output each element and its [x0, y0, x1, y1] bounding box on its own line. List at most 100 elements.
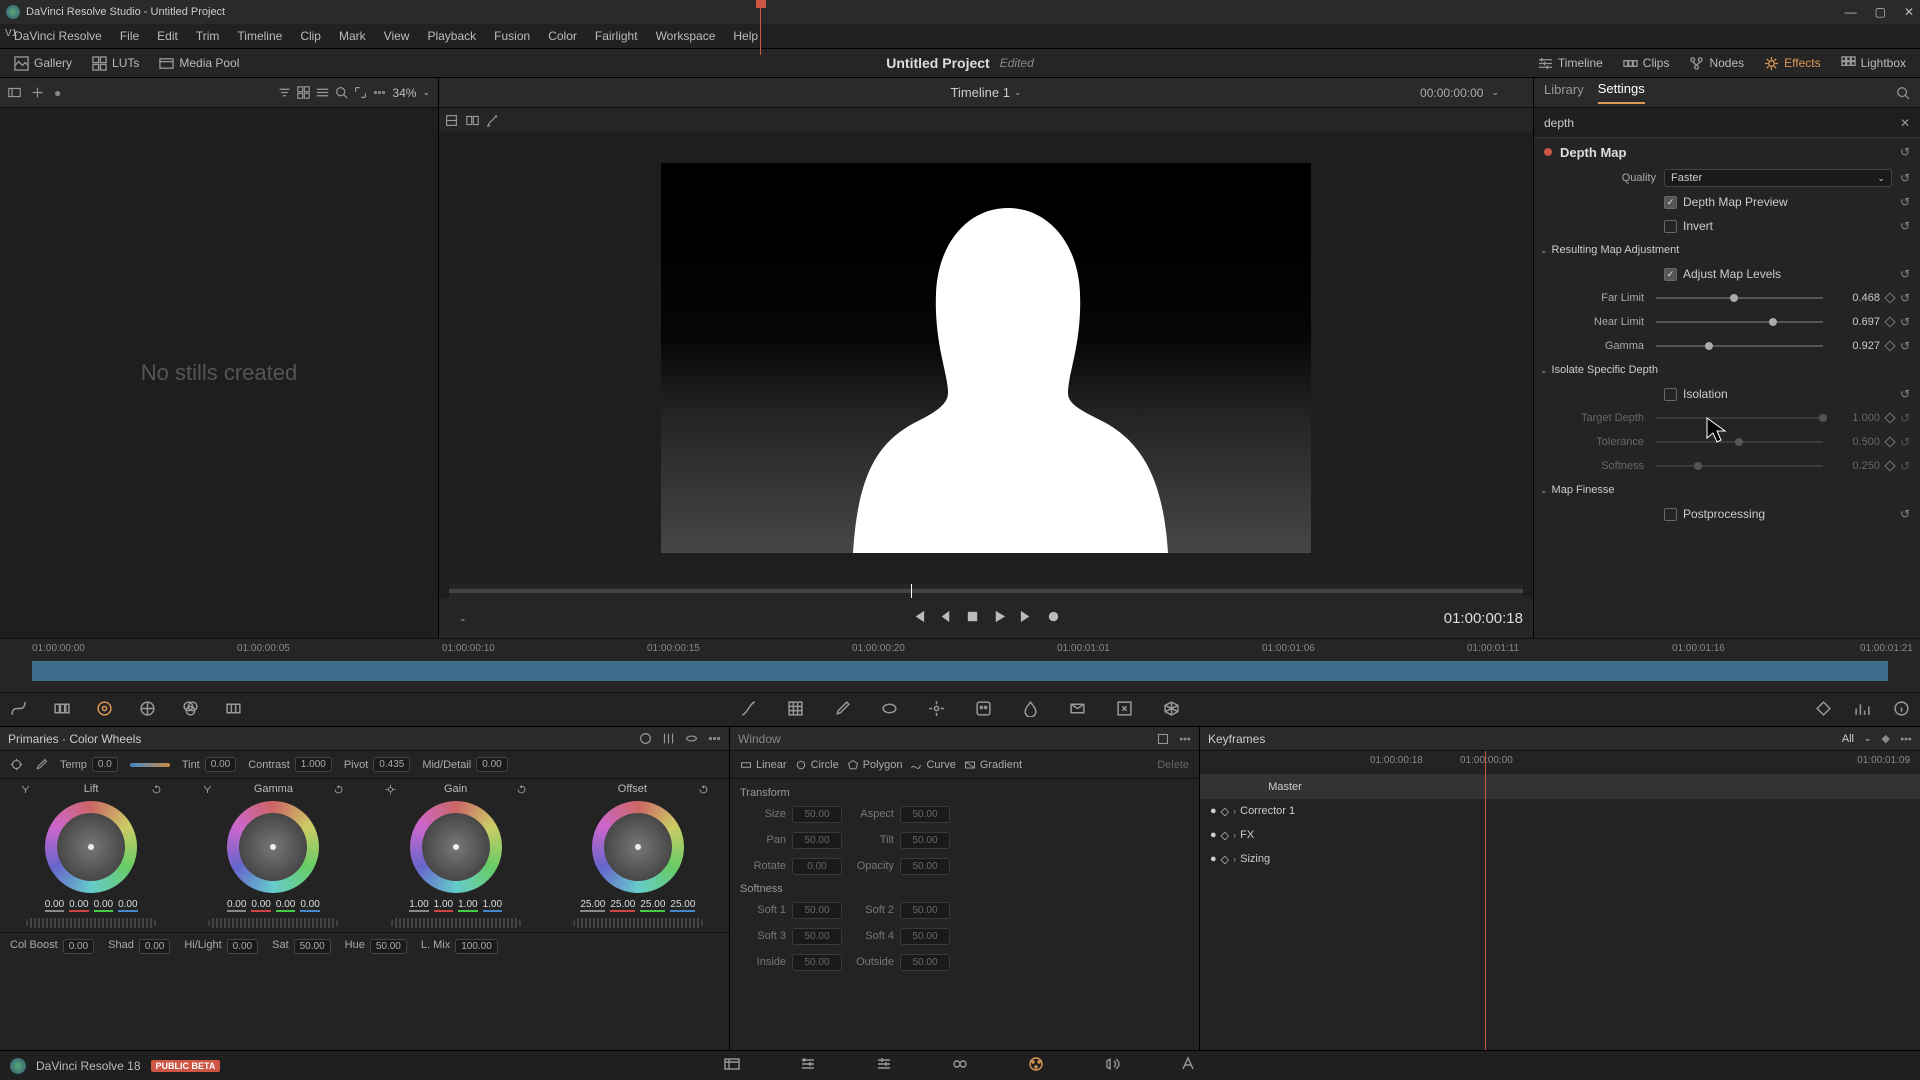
menu-edit[interactable]: Edit: [149, 27, 186, 45]
zoom-chevron-icon[interactable]: ⌄: [422, 87, 430, 98]
temp-value[interactable]: 0.0: [92, 757, 118, 772]
timeline-button[interactable]: Timeline: [1532, 54, 1609, 73]
keyframe-icon[interactable]: [1884, 292, 1895, 303]
hdr-palette-icon[interactable]: [139, 700, 156, 720]
menu-view[interactable]: View: [376, 27, 418, 45]
menu-file[interactable]: File: [112, 27, 147, 45]
qualifier-palette-icon[interactable]: [53, 700, 70, 720]
fairlight-page-button[interactable]: [1104, 1056, 1120, 1075]
wheels-mode-icon[interactable]: [639, 732, 652, 745]
stop-button[interactable]: [965, 609, 980, 627]
postprocessing-checkbox[interactable]: [1664, 508, 1677, 521]
gamma-slider[interactable]: Gamma 0.927 ↺: [1534, 334, 1920, 358]
adjust-levels-checkbox[interactable]: [1664, 268, 1677, 281]
circle-shape-button[interactable]: Circle: [795, 759, 839, 771]
record-icon[interactable]: ●: [54, 86, 61, 100]
reset-icon[interactable]: [151, 784, 162, 795]
chevron-down-icon[interactable]: ⌄: [1540, 245, 1548, 256]
curves-palette-icon[interactable]: [10, 700, 27, 720]
fusion-page-button[interactable]: [952, 1056, 968, 1075]
mini-timeline[interactable]: 01:00:00:00 01:00:00:05 01:00:00:10 01:0…: [0, 638, 1920, 693]
play-button[interactable]: [992, 609, 1007, 627]
luts-button[interactable]: LUTs: [86, 54, 145, 73]
expand-icon[interactable]: [354, 86, 367, 99]
eyedropper-icon[interactable]: [834, 700, 851, 720]
contrast-value[interactable]: 1.000: [295, 757, 332, 772]
menu-workspace[interactable]: Workspace: [648, 27, 724, 45]
window-icon[interactable]: [881, 700, 898, 720]
menu-color[interactable]: Color: [540, 27, 585, 45]
keyframe-marker-icon[interactable]: ◆: [1882, 732, 1890, 745]
color-page-button[interactable]: [1028, 1056, 1044, 1075]
panel-toggle-icon[interactable]: [8, 86, 21, 99]
far-limit-slider[interactable]: Far Limit 0.468 ↺: [1534, 286, 1920, 310]
maximize-button[interactable]: ▢: [1875, 5, 1886, 19]
timeline-playhead[interactable]: [760, 0, 761, 55]
viewer-preview[interactable]: [439, 132, 1533, 584]
deliver-page-button[interactable]: [1180, 1056, 1196, 1075]
depth-preview-checkbox[interactable]: [1664, 196, 1677, 209]
media-page-button[interactable]: [724, 1056, 740, 1075]
close-button[interactable]: ✕: [1904, 5, 1914, 19]
temp-slider[interactable]: [130, 763, 170, 767]
prev-clip-button[interactable]: [911, 609, 926, 627]
keyframe-icon[interactable]: [1884, 340, 1895, 351]
zoom-level[interactable]: 34%: [392, 86, 416, 100]
lift-wheel[interactable]: Lift 0.000.000.000.00: [6, 783, 176, 928]
awb-icon[interactable]: [35, 758, 48, 771]
nodes-button[interactable]: Nodes: [1683, 54, 1750, 73]
menu-fusion[interactable]: Fusion: [486, 27, 538, 45]
keyframes-master-row[interactable]: Master: [1200, 775, 1920, 799]
timecode-top[interactable]: 00:00:00:00: [1420, 86, 1483, 100]
next-clip-button[interactable]: [1019, 609, 1034, 627]
key-icon[interactable]: [1069, 700, 1086, 720]
motion-effects-icon[interactable]: [225, 700, 242, 720]
lefticons-chevron[interactable]: ⌄: [459, 613, 467, 624]
sort-icon[interactable]: [278, 86, 291, 99]
scopes-icon[interactable]: [1854, 700, 1871, 720]
effects-button[interactable]: Effects: [1758, 54, 1826, 73]
tab-settings[interactable]: Settings: [1598, 81, 1645, 104]
options-icon[interactable]: [373, 86, 386, 99]
menu-playback[interactable]: Playback: [419, 27, 484, 45]
keyframes-playhead[interactable]: [1485, 751, 1486, 1057]
menu-fairlight[interactable]: Fairlight: [587, 27, 646, 45]
bars-mode-icon[interactable]: [662, 732, 675, 745]
split-screen-icon[interactable]: [466, 114, 479, 127]
mediapool-button[interactable]: Media Pool: [153, 54, 245, 73]
effect-enable-dot[interactable]: [1544, 148, 1552, 156]
warper-icon[interactable]: [787, 700, 804, 720]
magicmask-icon[interactable]: [487, 114, 500, 127]
gallery-button[interactable]: Gallery: [8, 54, 78, 73]
polygon-shape-button[interactable]: Polygon: [847, 759, 903, 771]
info-icon[interactable]: [1893, 700, 1910, 720]
tab-library[interactable]: Library: [1544, 82, 1584, 103]
menu-trim[interactable]: Trim: [188, 27, 228, 45]
tracker-icon[interactable]: [928, 700, 945, 720]
near-limit-slider[interactable]: Near Limit 0.697 ↺: [1534, 310, 1920, 334]
edit-page-button[interactable]: [876, 1056, 892, 1075]
curve-shape-button[interactable]: Curve: [910, 759, 955, 771]
menu-mark[interactable]: Mark: [331, 27, 374, 45]
delete-shape-button[interactable]: Delete: [1157, 759, 1189, 771]
inspector-search-icon[interactable]: [1896, 86, 1910, 100]
middetail-value[interactable]: 0.00: [476, 757, 507, 772]
keyframe-palette-icon[interactable]: [1815, 700, 1832, 720]
window-options-icon[interactable]: [1179, 733, 1191, 745]
linear-shape-button[interactable]: Linear: [740, 759, 787, 771]
keyframes-options-icon[interactable]: [1900, 733, 1912, 745]
menu-davinci[interactable]: DaVinci Resolve: [6, 27, 110, 45]
3d-icon[interactable]: [1163, 700, 1180, 720]
grab-still-icon[interactable]: [31, 86, 44, 99]
grid-view-icon[interactable]: [297, 86, 310, 99]
blur-icon[interactable]: [1022, 700, 1039, 720]
picker-icon[interactable]: [10, 758, 23, 771]
viewer-scrub[interactable]: [449, 584, 1523, 598]
offset-wheel[interactable]: Offset 25.0025.0025.0025.00: [553, 783, 723, 928]
invert-checkbox[interactable]: [1664, 220, 1677, 233]
keyframe-icon[interactable]: [1884, 316, 1895, 327]
gradient-shape-button[interactable]: Gradient: [964, 759, 1022, 771]
window-preset-icon[interactable]: [1157, 733, 1169, 745]
quality-select[interactable]: Faster⌄: [1664, 169, 1892, 187]
cut-page-button[interactable]: [800, 1056, 816, 1075]
